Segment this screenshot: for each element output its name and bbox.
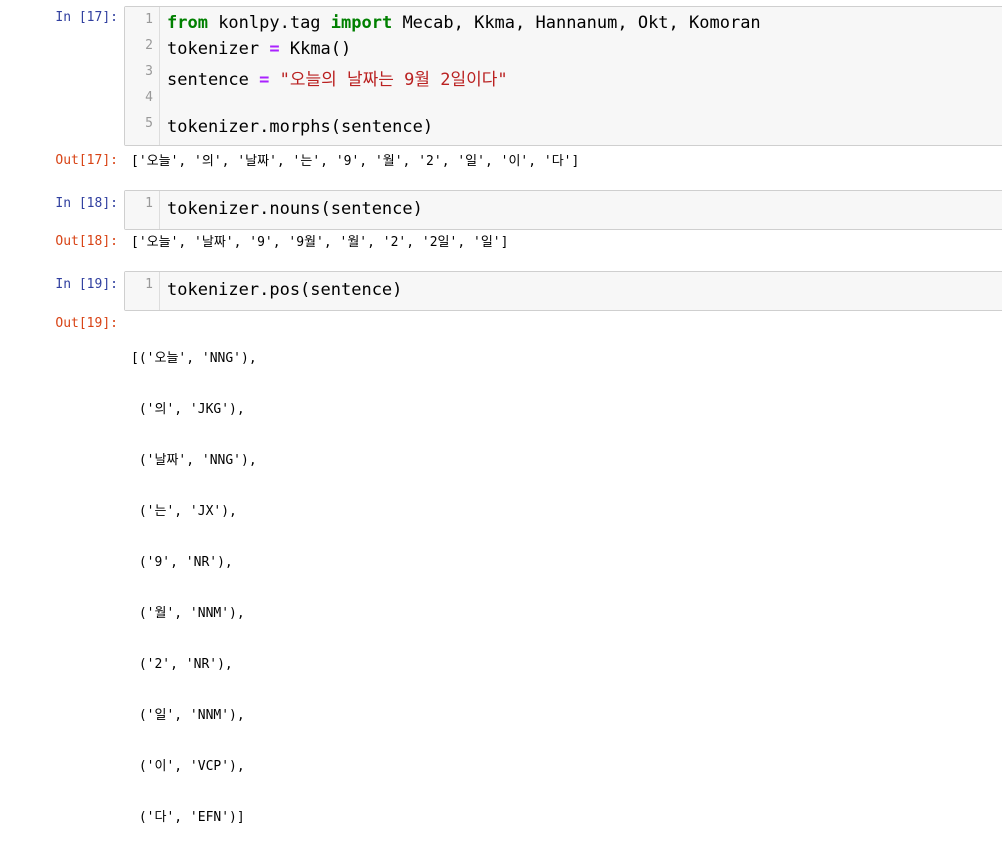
import-list: Mecab, Kkma, Hannanum, Okt, Komoran (392, 13, 761, 33)
code-line: from konlpy.tag import Mecab, Kkma, Hann… (167, 13, 761, 33)
code-text: sentence (167, 70, 260, 90)
input-prompt-19: In [19]: (55, 277, 118, 292)
output-line: ('일', 'NNM'), (131, 708, 245, 723)
cell-output-19: [('오늘', 'NNG'), ('의', 'JKG'), ('날짜', 'NN… (131, 316, 257, 843)
output-line: [('오늘', 'NNG'), (131, 351, 257, 366)
code-text: tokenizer (167, 39, 270, 59)
code-line: tokenizer = Kkma() (167, 39, 351, 59)
output-line: ('는', 'JX'), (131, 504, 237, 519)
output-line: ('2', 'NR'), (131, 657, 233, 672)
code-cell-18[interactable]: 1 tokenizer.nouns(sentence) (124, 190, 1002, 230)
input-prompt-18: In [18]: (55, 196, 118, 211)
output-prompt-18: Out[18]: (55, 234, 118, 249)
string-literal: "오늘의 날짜는 9월 2일이다" (269, 70, 508, 90)
line-number: 4 (145, 90, 153, 105)
code-line: sentence = "오늘의 날짜는 9월 2일이다" (167, 65, 508, 90)
line-number-gutter: 1 (125, 272, 160, 310)
output-line: ('이', 'VCP'), (131, 759, 245, 774)
line-number: 1 (145, 277, 153, 292)
line-number: 5 (145, 116, 153, 131)
output-line: ('9', 'NR'), (131, 555, 233, 570)
line-number: 1 (145, 196, 153, 211)
line-number-gutter: 1 2 3 4 5 (125, 7, 160, 145)
output-prompt-17: Out[17]: (55, 153, 118, 168)
operator: = (269, 39, 280, 59)
keyword: import (330, 13, 393, 33)
code-text: Kkma() (279, 39, 352, 59)
code-cell-19[interactable]: 1 tokenizer.pos(sentence) (124, 271, 1002, 311)
output-line: ('월', 'NNM'), (131, 606, 245, 621)
code-line: tokenizer.pos(sentence) (167, 280, 403, 300)
output-prompt-19: Out[19]: (55, 316, 118, 331)
cell-output-18: ['오늘', '날짜', '9', '9월', '월', '2', '2일', … (131, 235, 509, 250)
output-line: ('의', 'JKG'), (131, 402, 245, 417)
output-line: ('다', 'EFN')] (131, 810, 245, 825)
input-prompt-17: In [17]: (55, 10, 118, 25)
code-line: tokenizer.morphs(sentence) (167, 117, 434, 137)
code-line: tokenizer.nouns(sentence) (167, 199, 423, 219)
operator: = (259, 70, 270, 90)
line-number: 3 (145, 64, 153, 79)
cell-output-17: ['오늘', '의', '날짜', '는', '9', '월', '2', '일… (131, 154, 580, 169)
code-cell-17[interactable]: 1 2 3 4 5 from konlpy.tag import Mecab, … (124, 6, 1002, 146)
line-number-gutter: 1 (125, 191, 160, 229)
line-number: 1 (145, 12, 153, 27)
output-line: ('날짜', 'NNG'), (131, 453, 257, 468)
module-name: konlpy.tag (207, 13, 331, 33)
keyword: from (167, 13, 208, 33)
line-number: 2 (145, 38, 153, 53)
